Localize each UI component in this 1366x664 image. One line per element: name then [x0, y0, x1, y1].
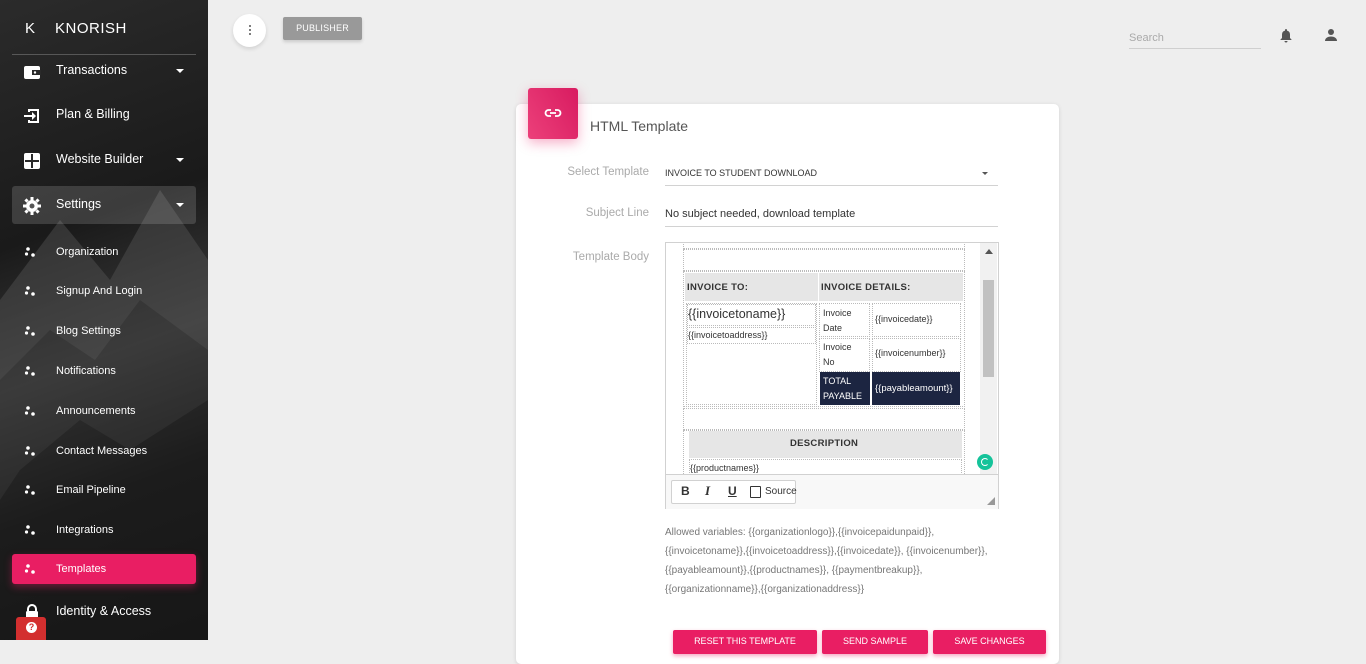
- settings-item-integrations[interactable]: Integrations: [12, 515, 196, 545]
- settings-item-announcements[interactable]: Announcements: [12, 396, 196, 426]
- card-header-icon: [528, 88, 578, 139]
- invoice-to-heading: INVOICE TO:: [687, 282, 749, 293]
- person-icon[interactable]: [1324, 28, 1338, 42]
- underline-button[interactable]: U: [728, 484, 737, 498]
- nav-website-builder[interactable]: Website Builder: [12, 141, 196, 179]
- invoice-date-label: Invoice Date: [823, 308, 852, 333]
- brand[interactable]: K KNORISH: [0, 0, 208, 56]
- template-body-label: Template Body: [572, 251, 649, 263]
- allowed-variables-text: Allowed variables: {{organizationlogo}},…: [665, 527, 988, 595]
- payableamount-var: {{payableamount}}: [875, 383, 953, 394]
- brand-name: KNORISH: [55, 20, 127, 37]
- invoicetoaddress-var: {{invoicetoaddress}}: [688, 330, 768, 340]
- nav-transactions[interactable]: Transactions: [12, 52, 196, 90]
- dots-icon: [24, 366, 35, 376]
- dots-icon: [24, 485, 35, 495]
- select-template-label: Select Template: [567, 166, 649, 178]
- reset-template-button[interactable]: RESET THIS TEMPLATE: [673, 630, 817, 654]
- select-template-dropdown[interactable]: INVOICE TO STUDENT DOWNLOAD: [665, 163, 998, 186]
- settings-item-contact-messages[interactable]: Contact Messages: [12, 436, 196, 466]
- more-vert-icon: [249, 25, 251, 27]
- productnames-var: {{productnames}}: [690, 463, 760, 473]
- resize-handle-icon[interactable]: [987, 497, 995, 505]
- invoice-details-heading: INVOICE DETAILS:: [821, 282, 911, 293]
- help-button[interactable]: ?: [16, 617, 46, 640]
- dots-icon: [24, 564, 35, 574]
- invoicenumber-var: {{invoicenumber}}: [875, 348, 946, 358]
- settings-item-label: Email Pipeline: [56, 484, 126, 496]
- dots-icon: [24, 286, 35, 296]
- link-icon: [544, 109, 562, 117]
- sidebar-toggle-button[interactable]: [233, 14, 266, 47]
- scroll-up-arrow-icon[interactable]: [985, 249, 993, 254]
- bold-button[interactable]: B: [681, 484, 690, 498]
- invoicetoname-var: {{invoicetoname}}: [688, 307, 786, 321]
- settings-item-label: Integrations: [56, 524, 114, 536]
- subject-line-label: Subject Line: [585, 207, 649, 219]
- nav-settings-label: Settings: [56, 197, 102, 211]
- subject-line-field[interactable]: No subject needed, download template: [665, 204, 998, 227]
- nav-identity-access-label: Identity & Access: [56, 604, 152, 618]
- settings-item-label: Blog Settings: [56, 325, 121, 337]
- settings-item-label: Contact Messages: [56, 445, 148, 457]
- sidebar: K KNORISH Transactions Plan & Billing We…: [0, 0, 208, 640]
- settings-item-label: Templates: [56, 563, 107, 575]
- template-body-editor[interactable]: INVOICE TO: INVOICE DETAILS: {{invoiceto…: [665, 242, 999, 509]
- nav-settings[interactable]: Settings: [12, 186, 196, 224]
- settings-item-templates[interactable]: Templates: [12, 554, 196, 584]
- save-changes-button[interactable]: SAVE CHANGES: [933, 630, 1046, 654]
- settings-item-signup-and-login[interactable]: Signup And Login: [12, 276, 196, 306]
- dots-icon: [24, 406, 35, 416]
- brand-mini-logo: K: [25, 20, 36, 37]
- editor-content[interactable]: INVOICE TO: INVOICE DETAILS: {{invoiceto…: [666, 243, 980, 474]
- caret-down-icon: [982, 172, 988, 175]
- dots-icon: [24, 247, 35, 257]
- editor-toolbar: B I U Source: [666, 474, 998, 509]
- wallet-icon: [24, 66, 41, 79]
- invoicedate-var: {{invoicedate}}: [875, 314, 933, 324]
- gear-icon: [23, 197, 41, 215]
- dots-icon: [24, 446, 35, 456]
- widgets-icon: [24, 153, 40, 169]
- card-title: HTML Template: [590, 118, 689, 134]
- settings-item-email-pipeline[interactable]: Email Pipeline: [12, 475, 196, 505]
- source-button[interactable]: Source: [765, 486, 797, 497]
- settings-item-label: Announcements: [56, 405, 136, 417]
- dots-icon: [24, 326, 35, 336]
- chevron-down-icon: [176, 69, 184, 73]
- select-template-value: INVOICE TO STUDENT DOWNLOAD: [665, 168, 818, 178]
- italic-button[interactable]: I: [705, 483, 710, 499]
- nav-plan-billing-label: Plan & Billing: [56, 107, 130, 121]
- scroll-thumb[interactable]: [983, 280, 994, 377]
- settings-item-label: Notifications: [56, 365, 116, 377]
- login-arrow-icon: [24, 109, 39, 123]
- settings-item-label: Signup And Login: [56, 285, 143, 297]
- notifications-bell-icon[interactable]: [1279, 28, 1293, 43]
- settings-item-label: Organization: [56, 246, 119, 258]
- editor-toolbar-group: B I U Source: [671, 480, 797, 504]
- description-heading: DESCRIPTION: [790, 438, 859, 449]
- nav-plan-billing[interactable]: Plan & Billing: [12, 96, 196, 134]
- nav-website-builder-label: Website Builder: [56, 152, 144, 166]
- subject-line-value: No subject needed, download template: [665, 208, 856, 220]
- publisher-button[interactable]: PUBLISHER: [283, 17, 362, 40]
- chevron-down-icon: [176, 158, 184, 162]
- settings-item-organization[interactable]: Organization: [12, 237, 196, 267]
- settings-item-notifications[interactable]: Notifications: [12, 356, 196, 386]
- editor-scrollbar[interactable]: [980, 243, 997, 474]
- question-icon: ?: [26, 622, 37, 633]
- grammarly-icon[interactable]: [977, 454, 993, 470]
- total-payable-label: TOTAL PAYABLE: [823, 376, 863, 401]
- settings-item-blog-settings[interactable]: Blog Settings: [12, 316, 196, 346]
- send-sample-button[interactable]: SEND SAMPLE: [822, 630, 928, 654]
- source-icon[interactable]: [750, 486, 761, 498]
- search-input[interactable]: [1129, 28, 1261, 49]
- dots-icon: [24, 525, 35, 535]
- chevron-down-icon: [176, 203, 184, 207]
- nav-transactions-label: Transactions: [56, 63, 128, 77]
- invoice-no-label: Invoice No: [823, 342, 852, 367]
